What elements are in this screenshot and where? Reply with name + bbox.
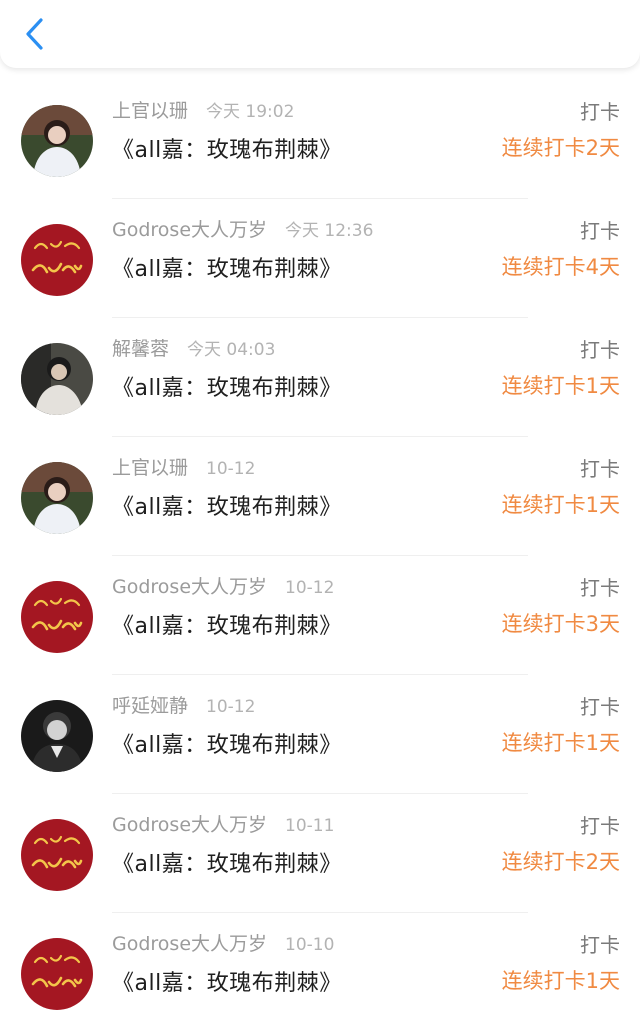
streak-label: 连续打卡1天 bbox=[501, 731, 620, 755]
avatar[interactable] bbox=[21, 224, 93, 296]
checkin-label: 打卡 bbox=[580, 576, 620, 600]
item-meta: Godrose大人万岁 10-11 bbox=[112, 810, 334, 837]
item-meta: 解馨蓉 今天 04:03 bbox=[112, 334, 275, 361]
avatar[interactable] bbox=[21, 105, 93, 177]
timestamp: 今天 19:02 bbox=[206, 102, 295, 122]
checkin-label: 打卡 bbox=[580, 695, 620, 719]
red-calligraphy-avatar-icon bbox=[21, 819, 93, 891]
username[interactable]: Godrose大人万岁 bbox=[112, 215, 267, 242]
book-title[interactable]: 《all嘉：玫瑰布荆棘》 bbox=[112, 132, 342, 164]
back-button[interactable] bbox=[18, 14, 52, 54]
item-meta: Godrose大人万岁 今天 12:36 bbox=[112, 215, 373, 242]
timestamp: 今天 12:36 bbox=[285, 221, 374, 241]
checkin-label: 打卡 bbox=[580, 219, 620, 243]
avatar[interactable] bbox=[21, 819, 93, 891]
timestamp: 10-10 bbox=[285, 935, 335, 955]
streak-label: 连续打卡2天 bbox=[501, 136, 620, 160]
item-meta: 上官以珊 10-12 bbox=[112, 453, 255, 480]
username[interactable]: Godrose大人万岁 bbox=[112, 572, 267, 599]
checkin-label: 打卡 bbox=[580, 814, 620, 838]
checkin-feed: 上官以珊 今天 19:02 《all嘉：玫瑰布荆棘》 打卡 连续打卡2天 God… bbox=[0, 80, 640, 1032]
username[interactable]: 解馨蓉 bbox=[112, 334, 169, 361]
item-meta: Godrose大人万岁 10-10 bbox=[112, 929, 334, 956]
red-calligraphy-avatar-icon bbox=[21, 224, 93, 296]
book-title[interactable]: 《all嘉：玫瑰布荆棘》 bbox=[112, 608, 342, 640]
list-item[interactable]: 上官以珊 今天 19:02 《all嘉：玫瑰布荆棘》 打卡 连续打卡2天 bbox=[0, 80, 640, 199]
avatar[interactable] bbox=[21, 462, 93, 534]
list-item[interactable]: 呼延娅静 10-12 《all嘉：玫瑰布荆棘》 打卡 连续打卡1天 bbox=[0, 675, 640, 794]
girl-avatar-icon bbox=[21, 105, 93, 177]
item-meta: 上官以珊 今天 19:02 bbox=[112, 96, 294, 123]
list-item[interactable]: Godrose大人万岁 10-12 《all嘉：玫瑰布荆棘》 打卡 连续打卡3天 bbox=[0, 556, 640, 675]
timestamp: 10-12 bbox=[285, 578, 335, 598]
bw-portrait-avatar-icon bbox=[21, 700, 93, 772]
username[interactable]: Godrose大人万岁 bbox=[112, 929, 267, 956]
timestamp: 今天 04:03 bbox=[187, 340, 276, 360]
checkin-label: 打卡 bbox=[580, 933, 620, 957]
list-item[interactable]: Godrose大人万岁 10-11 《all嘉：玫瑰布荆棘》 打卡 连续打卡2天 bbox=[0, 794, 640, 913]
avatar[interactable] bbox=[21, 938, 93, 1010]
avatar[interactable] bbox=[21, 343, 93, 415]
list-item[interactable]: 解馨蓉 今天 04:03 《all嘉：玫瑰布荆棘》 打卡 连续打卡1天 bbox=[0, 318, 640, 437]
girl-avatar-icon bbox=[21, 462, 93, 534]
checkin-label: 打卡 bbox=[580, 100, 620, 124]
username[interactable]: 上官以珊 bbox=[112, 96, 188, 123]
avatar[interactable] bbox=[21, 581, 93, 653]
username[interactable]: 上官以珊 bbox=[112, 453, 188, 480]
book-title[interactable]: 《all嘉：玫瑰布荆棘》 bbox=[112, 370, 342, 402]
timestamp: 10-12 bbox=[206, 459, 256, 479]
streak-label: 连续打卡1天 bbox=[501, 493, 620, 517]
streak-label: 连续打卡1天 bbox=[501, 374, 620, 398]
streak-label: 连续打卡1天 bbox=[501, 969, 620, 993]
book-title[interactable]: 《all嘉：玫瑰布荆棘》 bbox=[112, 846, 342, 878]
username[interactable]: Godrose大人万岁 bbox=[112, 810, 267, 837]
book-title[interactable]: 《all嘉：玫瑰布荆棘》 bbox=[112, 727, 342, 759]
boy-avatar-icon bbox=[21, 343, 93, 415]
book-title[interactable]: 《all嘉：玫瑰布荆棘》 bbox=[112, 251, 342, 283]
top-bar bbox=[0, 0, 640, 68]
chevron-left-icon bbox=[26, 18, 43, 50]
list-item[interactable]: Godrose大人万岁 10-10 《all嘉：玫瑰布荆棘》 打卡 连续打卡1天 bbox=[0, 913, 640, 1032]
checkin-label: 打卡 bbox=[580, 457, 620, 481]
checkin-label: 打卡 bbox=[580, 338, 620, 362]
avatar[interactable] bbox=[21, 700, 93, 772]
timestamp: 10-11 bbox=[285, 816, 335, 836]
red-calligraphy-avatar-icon bbox=[21, 938, 93, 1010]
list-item[interactable]: 上官以珊 10-12 《all嘉：玫瑰布荆棘》 打卡 连续打卡1天 bbox=[0, 437, 640, 556]
book-title[interactable]: 《all嘉：玫瑰布荆棘》 bbox=[112, 965, 342, 997]
streak-label: 连续打卡2天 bbox=[501, 850, 620, 874]
streak-label: 连续打卡3天 bbox=[501, 612, 620, 636]
streak-label: 连续打卡4天 bbox=[501, 255, 620, 279]
spacer bbox=[0, 68, 640, 80]
username[interactable]: 呼延娅静 bbox=[112, 691, 188, 718]
list-item[interactable]: Godrose大人万岁 今天 12:36 《all嘉：玫瑰布荆棘》 打卡 连续打… bbox=[0, 199, 640, 318]
red-calligraphy-avatar-icon bbox=[21, 581, 93, 653]
item-meta: 呼延娅静 10-12 bbox=[112, 691, 255, 718]
item-meta: Godrose大人万岁 10-12 bbox=[112, 572, 334, 599]
book-title[interactable]: 《all嘉：玫瑰布荆棘》 bbox=[112, 489, 342, 521]
timestamp: 10-12 bbox=[206, 697, 256, 717]
